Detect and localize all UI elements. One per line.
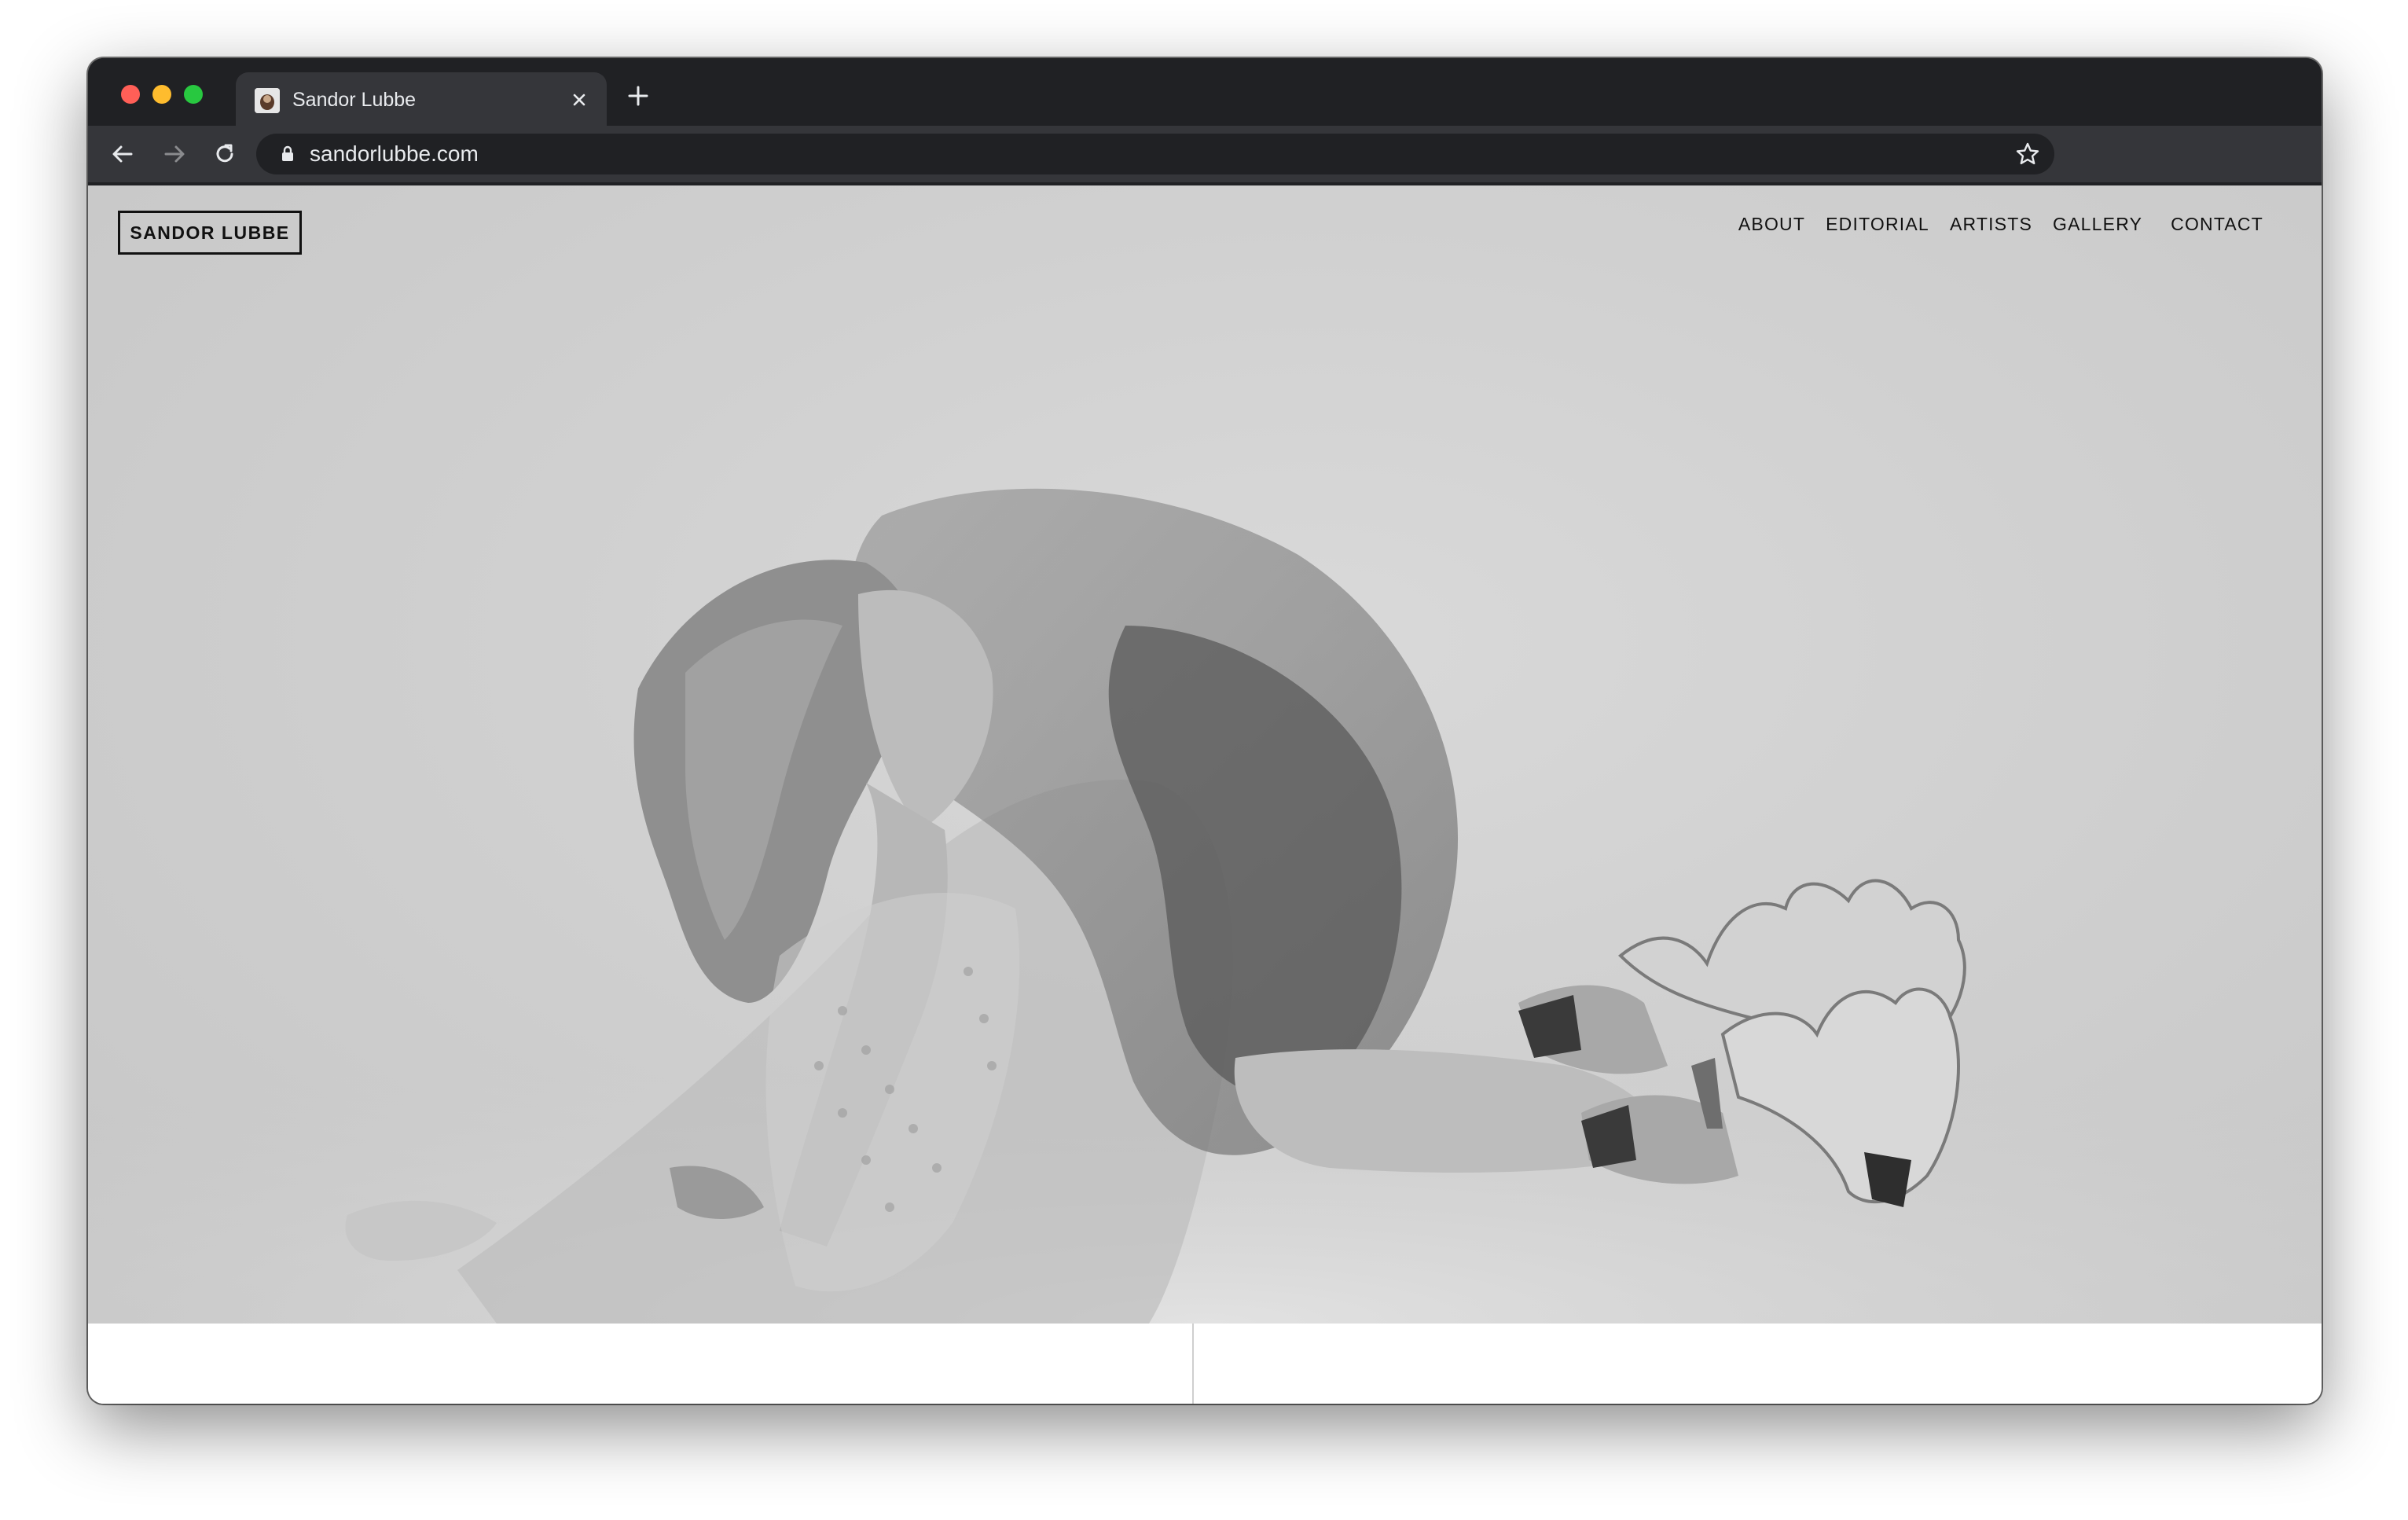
maximize-window-button[interactable] xyxy=(184,85,203,104)
site-nav: ABOUT EDITORIAL ARTISTS GALLERY CONTACT xyxy=(1738,212,2263,236)
portrait-favicon-icon xyxy=(255,88,280,113)
star-icon[interactable] xyxy=(2015,141,2040,167)
column-divider xyxy=(1192,1324,1194,1404)
nav-about[interactable]: ABOUT xyxy=(1738,212,1805,236)
hero-photo xyxy=(88,488,2322,1324)
close-icon[interactable] xyxy=(566,86,593,113)
content-below-hero xyxy=(88,1324,2322,1404)
url-text: sandorlubbe.com xyxy=(310,141,479,166)
hero-image: SANDOR LUBBE ABOUT EDITORIAL ARTISTS GAL… xyxy=(88,185,2322,1324)
toolbar: sandorlubbe.com xyxy=(88,126,2322,182)
nav-contact[interactable]: CONTACT xyxy=(2171,212,2263,236)
page-viewport: SANDOR LUBBE ABOUT EDITORIAL ARTISTS GAL… xyxy=(88,185,2322,1404)
nav-gallery[interactable]: GALLERY xyxy=(2053,212,2142,236)
nav-artists[interactable]: ARTISTS xyxy=(1950,212,2032,236)
arrow-right-icon[interactable] xyxy=(156,135,193,173)
arrow-left-icon[interactable] xyxy=(104,135,141,173)
tab-title: Sandor Lubbe xyxy=(292,89,417,111)
reload-icon[interactable] xyxy=(206,135,244,173)
plus-icon[interactable] xyxy=(622,80,654,112)
browser-tab[interactable]: Sandor Lubbe xyxy=(236,72,607,126)
address-bar[interactable]: sandorlubbe.com xyxy=(256,134,2054,174)
minimize-window-button[interactable] xyxy=(152,85,171,104)
site-logo[interactable]: SANDOR LUBBE xyxy=(118,211,302,255)
tab-bar: Sandor Lubbe xyxy=(88,58,2322,126)
browser-window: Sandor Lubbe sandorlubbe.com SANDOR LUBB… xyxy=(88,58,2322,1404)
nav-editorial[interactable]: EDITORIAL xyxy=(1826,212,1929,236)
close-window-button[interactable] xyxy=(121,85,140,104)
lock-icon xyxy=(282,145,293,161)
